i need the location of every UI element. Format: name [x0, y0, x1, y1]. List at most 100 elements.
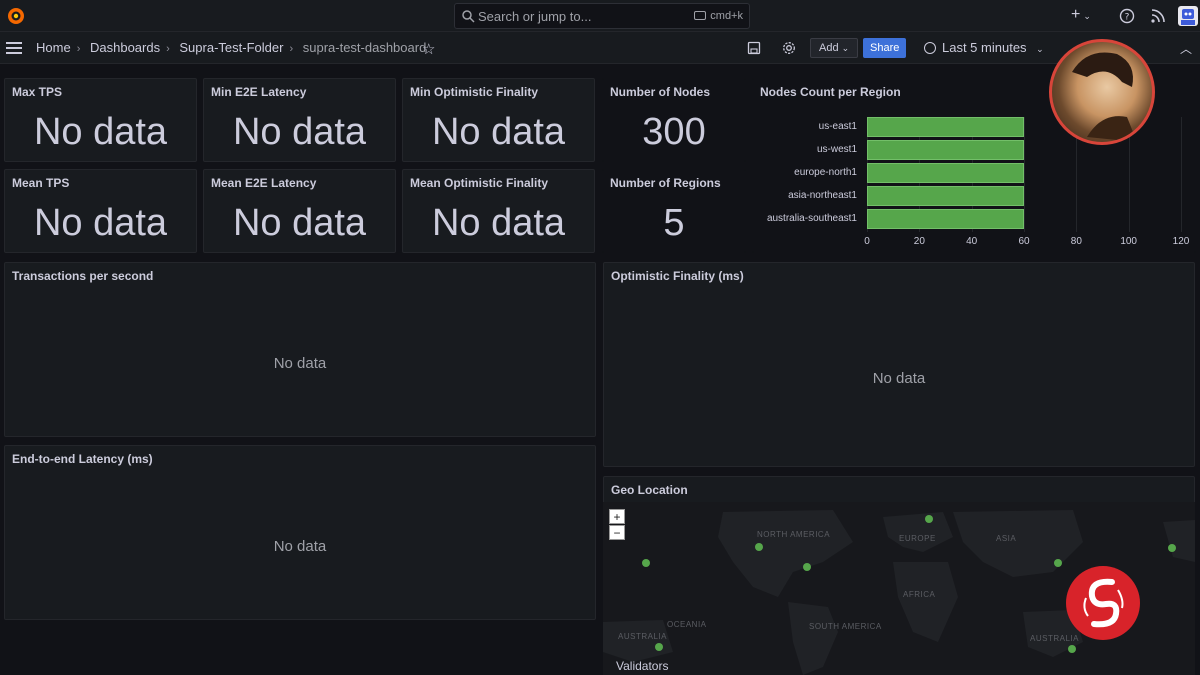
panel-title: Mean TPS: [12, 176, 70, 190]
chart-gridline: [1024, 117, 1025, 232]
avatar-icon: [1181, 9, 1195, 25]
stat-panel-min-optimistic-finality: Min Optimistic Finality No data: [402, 78, 595, 162]
clock-icon: [924, 42, 936, 54]
map-label-europe: EUROPE: [899, 534, 936, 543]
shortcut-hint: cmd+k: [694, 10, 743, 22]
map-label-africa: AFRICA: [903, 590, 936, 599]
panel-title: Number of Regions: [610, 176, 721, 190]
bar-us-east1[interactable]: [867, 117, 1024, 137]
category-label: us-east1: [818, 121, 857, 132]
panel-title: Transactions per second: [12, 269, 154, 283]
stat-panel-max-tps: Max TPS No data: [4, 78, 197, 162]
category-label: europe-north1: [794, 167, 857, 178]
breadcrumb: Home › Dashboards › Supra-Test-Folder › sup…: [36, 40, 426, 55]
x-tick-label: 0: [864, 236, 870, 247]
stat-value: 300: [642, 111, 706, 153]
portrait-icon: [1072, 52, 1137, 142]
validator-marker[interactable]: [1054, 559, 1062, 567]
stat-value: No data: [431, 111, 566, 153]
help-icon[interactable]: ?: [1119, 8, 1135, 24]
shortcut-text: cmd+k: [710, 10, 743, 22]
dashboard-nav-bar: Home › Dashboards › Supra-Test-Folder › sup…: [0, 32, 1200, 64]
stat-panel-mean-optimistic-finality: Mean Optimistic Finality No data: [402, 169, 595, 253]
map-zoom-out-button[interactable]: −: [609, 525, 625, 540]
no-data-message: No data: [273, 538, 327, 555]
validator-marker[interactable]: [655, 643, 663, 651]
chevron-down-icon: ⌄: [1036, 44, 1044, 54]
panel-title: Optimistic Finality (ms): [611, 269, 744, 283]
collapse-chevron-up-icon[interactable]: ︿: [1180, 40, 1192, 57]
new-menu-button[interactable]: + ⌄: [1071, 6, 1091, 24]
map-label-north-america: NORTH AMERICA: [757, 530, 831, 539]
x-tick-label: 40: [966, 236, 978, 247]
map-zoom-in-button[interactable]: +: [609, 509, 625, 524]
presenter-avatar-image: [1049, 39, 1155, 145]
bar-europe-north1[interactable]: [867, 163, 1024, 183]
no-data-message: No data: [273, 355, 327, 372]
search-placeholder: Search or jump to...: [478, 9, 592, 24]
x-tick-label: 60: [1018, 236, 1030, 247]
panel-title: Mean Optimistic Finality: [410, 176, 549, 190]
stat-panel-number-of-nodes: Number of Nodes 300: [602, 78, 746, 162]
chevron-right-icon: ›: [166, 43, 170, 55]
settings-gear-icon[interactable]: [782, 41, 796, 55]
save-icon[interactable]: [747, 41, 761, 55]
panel-title: Mean E2E Latency: [211, 176, 317, 190]
stat-value: No data: [232, 111, 367, 153]
chevron-right-icon: ›: [76, 43, 81, 55]
breadcrumb-current: supra-test-dashboard: [302, 40, 427, 55]
time-range-label: Last 5 minutes: [942, 40, 1027, 55]
supra-logo-icon: [1066, 566, 1140, 640]
user-avatar[interactable]: [1178, 6, 1198, 26]
search-input[interactable]: Search or jump to... cmd+k: [454, 3, 750, 29]
breadcrumb-home[interactable]: Home: [36, 40, 71, 55]
stat-value: No data: [33, 202, 168, 244]
panel-title: Min E2E Latency: [211, 85, 307, 99]
bar-australia-southeast1[interactable]: [867, 209, 1024, 229]
validator-marker[interactable]: [1068, 645, 1076, 653]
category-label: australia-southeast1: [766, 213, 857, 224]
panel-optimistic-finality: Optimistic Finality (ms) No data: [603, 262, 1195, 467]
map-label-australia-left: AUSTRALIA: [618, 632, 667, 641]
map-legend-validators: Validators: [616, 659, 669, 673]
stat-panel-mean-e2e-latency: Mean E2E Latency No data: [203, 169, 396, 253]
panel-transactions-per-second: Transactions per second No data: [4, 262, 596, 437]
bar-us-west1[interactable]: [867, 140, 1024, 160]
breadcrumb-folder[interactable]: Supra-Test-Folder: [179, 40, 283, 55]
validator-marker[interactable]: [642, 559, 650, 567]
validator-marker[interactable]: [803, 563, 811, 571]
x-tick-label: 100: [1120, 236, 1137, 247]
news-feed-icon[interactable]: [1150, 8, 1166, 24]
map-label-south-america: SOUTH AMERICA: [809, 622, 882, 631]
panel-title: End-to-end Latency (ms): [12, 452, 153, 466]
stat-value: 5: [663, 202, 685, 244]
favorite-star-icon[interactable]: ☆: [422, 40, 435, 58]
top-bar: Search or jump to... cmd+k + ⌄ ?: [0, 0, 1200, 32]
chart-title: Nodes Count per Region: [760, 85, 901, 99]
x-tick-label: 120: [1172, 236, 1190, 247]
search-icon: [462, 10, 475, 23]
map-label-oceania: OCEANIA: [667, 620, 707, 629]
bar-asia-northeast1[interactable]: [867, 186, 1024, 206]
category-label: asia-northeast1: [788, 190, 857, 201]
stat-panel-mean-tps: Mean TPS No data: [4, 169, 197, 253]
validator-marker[interactable]: [1168, 544, 1176, 552]
share-button[interactable]: Share: [863, 38, 907, 58]
stat-value: No data: [431, 202, 566, 244]
breadcrumb-dashboards[interactable]: Dashboards: [90, 40, 160, 55]
map-label-asia: ASIA: [996, 534, 1017, 543]
menu-toggle-icon[interactable]: [6, 42, 22, 54]
add-button[interactable]: Add ⌄: [810, 38, 859, 58]
grafana-logo-icon[interactable]: [6, 6, 26, 26]
x-tick-label: 80: [1070, 236, 1082, 247]
stat-value: No data: [232, 202, 367, 244]
keyboard-icon: [694, 11, 707, 20]
validator-marker[interactable]: [755, 543, 763, 551]
stat-panel-number-of-regions: Number of Regions 5: [602, 169, 746, 253]
validator-marker[interactable]: [925, 515, 933, 523]
add-button-label: Add: [819, 42, 839, 54]
chevron-right-icon: ›: [289, 43, 294, 55]
time-range-picker[interactable]: Last 5 minutes ⌄: [924, 40, 1044, 55]
panel-end-to-end-latency: End-to-end Latency (ms) No data: [4, 445, 596, 620]
svg-text:?: ?: [1125, 13, 1130, 23]
